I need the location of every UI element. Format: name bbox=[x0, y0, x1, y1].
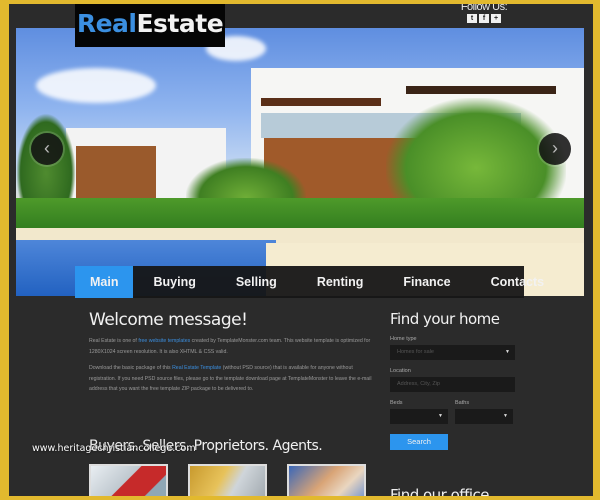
location-label: Location bbox=[390, 368, 411, 374]
beds-baths-row: Beds ▼ Baths ▼ bbox=[390, 392, 515, 424]
thumbnail-for-sale[interactable] bbox=[89, 464, 168, 496]
search-button[interactable]: Search bbox=[390, 434, 448, 450]
location-placeholder: Address, City, Zip bbox=[397, 381, 440, 387]
plus-icon[interactable]: + bbox=[491, 14, 501, 23]
twitter-icon[interactable]: t bbox=[467, 14, 477, 23]
baths-select[interactable]: ▼ bbox=[455, 409, 513, 424]
real-estate-template-link[interactable]: Real Estate Template bbox=[172, 365, 221, 371]
logo-real: Real bbox=[76, 9, 137, 38]
search-sidebar: Find your home Home type Homes for sale … bbox=[390, 310, 515, 496]
nav-finance[interactable]: Finance bbox=[383, 266, 470, 298]
social-links: t f + bbox=[459, 14, 509, 23]
building-left-wood bbox=[76, 146, 156, 201]
home-type-value: Homes for sale bbox=[397, 349, 434, 355]
main-content: Welcome message! Real Estate is one of f… bbox=[89, 310, 379, 496]
chevron-down-icon: ▼ bbox=[505, 349, 510, 355]
slider-next-button[interactable]: › bbox=[539, 133, 571, 165]
follow-us: Follow Us: t f + bbox=[459, 4, 509, 23]
free-templates-link[interactable]: free website templates bbox=[138, 338, 190, 344]
text: Download the basic package of this bbox=[89, 365, 173, 371]
chevron-down-icon: ▼ bbox=[503, 413, 508, 419]
logo-estate: Estate bbox=[136, 9, 224, 38]
welcome-title: Welcome message! bbox=[89, 310, 248, 330]
home-type-select[interactable]: Homes for sale ▼ bbox=[390, 345, 515, 360]
building-beam bbox=[261, 98, 381, 106]
location-input[interactable]: Address, City, Zip bbox=[390, 377, 515, 392]
baths-label: Baths bbox=[455, 400, 470, 406]
watermark-text: www.heritagechristiancollege.com bbox=[32, 443, 196, 454]
welcome-paragraph-1: Real Estate is one of free website templ… bbox=[89, 336, 379, 357]
home-type-label: Home type bbox=[390, 336, 417, 342]
hero-slider-image bbox=[16, 28, 584, 296]
nav-buying[interactable]: Buying bbox=[133, 266, 215, 298]
page-frame: RealEstate Follow Us: t f + ‹ › Main Buy… bbox=[9, 4, 593, 496]
welcome-paragraph-2: Download the basic package of this Real … bbox=[89, 363, 379, 395]
beds-label: Beds bbox=[390, 400, 403, 406]
facebook-icon[interactable]: f bbox=[479, 14, 489, 23]
find-home-title: Find your home bbox=[390, 310, 500, 328]
nav-contacts[interactable]: Contacts bbox=[471, 266, 564, 298]
thumbnail-house-key[interactable] bbox=[287, 464, 366, 496]
main-nav: Main Buying Selling Renting Finance Cont… bbox=[75, 266, 544, 298]
thumbnail-row bbox=[89, 464, 366, 496]
text: Real Estate is one of bbox=[89, 338, 139, 344]
beds-select[interactable]: ▼ bbox=[390, 409, 448, 424]
cloud bbox=[36, 68, 156, 103]
chevron-down-icon: ▼ bbox=[438, 413, 443, 419]
slider-prev-button[interactable]: ‹ bbox=[31, 133, 63, 165]
site-logo[interactable]: RealEstate bbox=[75, 4, 225, 47]
find-office-title: Find our office bbox=[390, 486, 490, 496]
nav-renting[interactable]: Renting bbox=[297, 266, 384, 298]
nav-selling[interactable]: Selling bbox=[216, 266, 297, 298]
building-beam bbox=[406, 86, 556, 94]
follow-label: Follow Us: bbox=[460, 4, 508, 13]
thumbnail-coins[interactable] bbox=[188, 464, 267, 496]
nav-main[interactable]: Main bbox=[75, 266, 134, 298]
